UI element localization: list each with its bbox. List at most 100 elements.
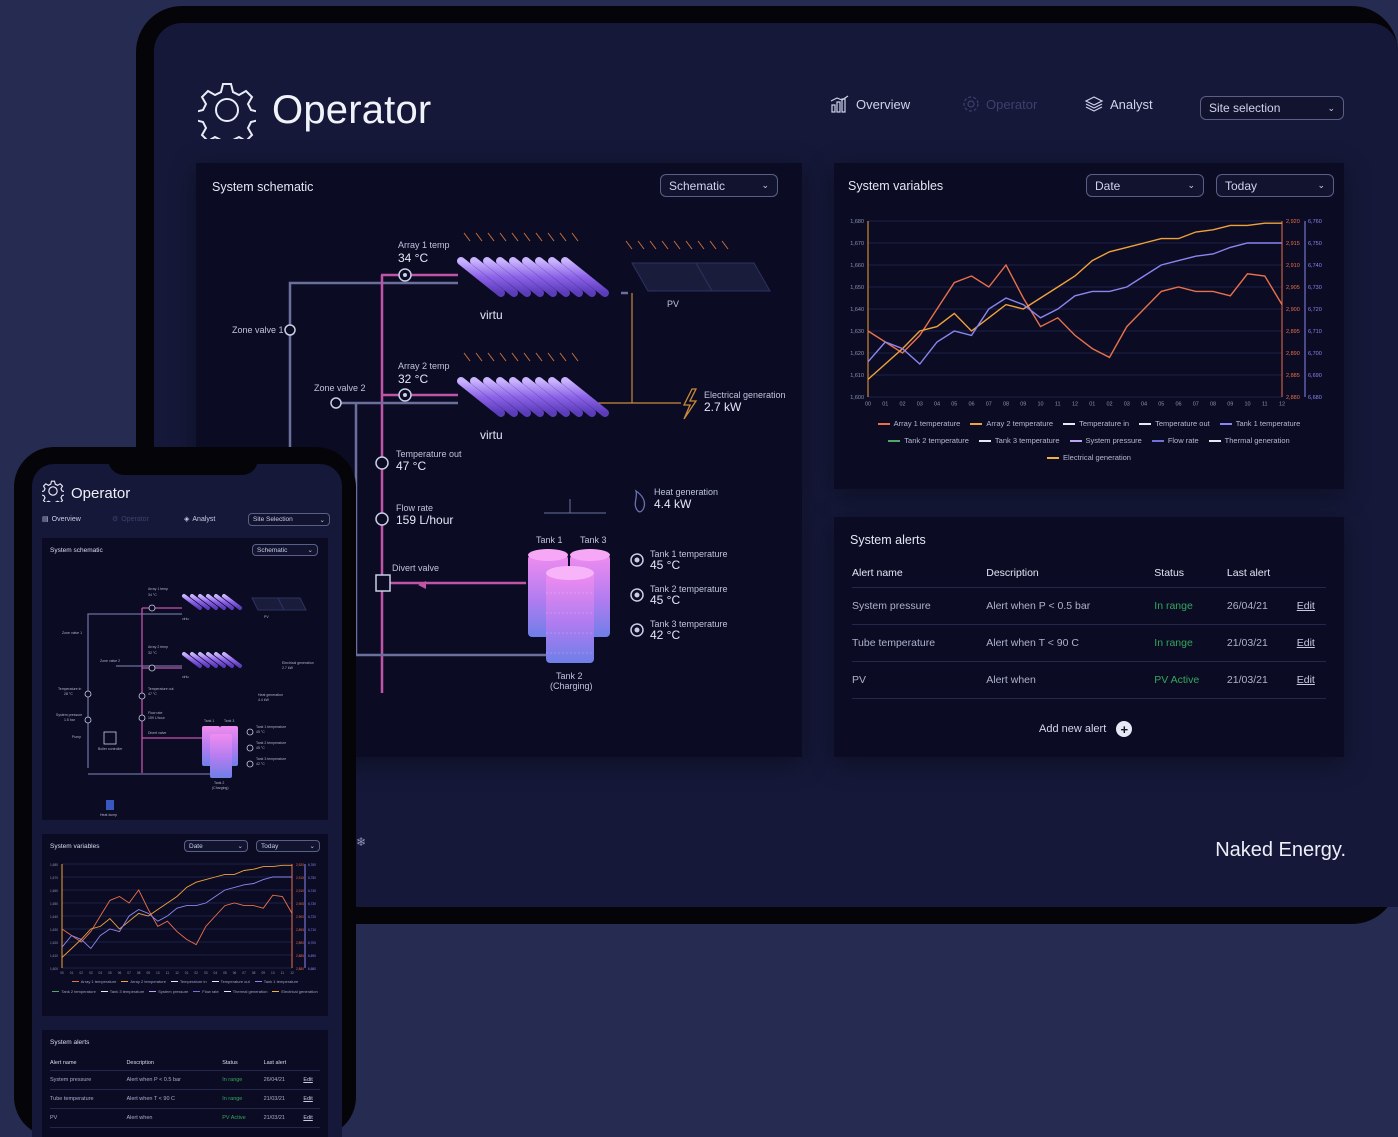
x-tick-label: 04 (214, 971, 218, 975)
legend-swatch (1069, 439, 1082, 442)
phone-tank2-state: (Charging) (212, 786, 229, 790)
x-tick-label: 08 (137, 971, 141, 975)
cell-last: 26/04/21 (263, 1070, 304, 1090)
tank2-temp-value: 45 °C (650, 593, 680, 607)
site-selection-dropdown[interactable]: Site selection ⌄ (1200, 96, 1344, 120)
x-tick-label: 01 (70, 971, 74, 975)
add-alert-button[interactable]: Add new alert + (1039, 721, 1133, 737)
phone-range-label: Today (261, 842, 279, 850)
phone-schematic-panel: System schematic Schematic ⌄ Array 1 tem… (42, 538, 328, 820)
edit-link[interactable]: Edit (1296, 624, 1326, 662)
x-tick-label: 09 (146, 971, 150, 975)
x-tick-label: 09 (1227, 402, 1233, 408)
legend-swatch (121, 980, 129, 983)
y2-tick-label: 2,900 (296, 915, 304, 919)
nav-overview[interactable]: Overview (830, 95, 910, 113)
phone-range-dropdown[interactable]: Today ⌄ (256, 840, 320, 852)
phone-zone-valve-2: Zone valve 2 (100, 659, 120, 663)
legend-swatch (1219, 422, 1232, 425)
y-tick-label: 1,670 (850, 241, 864, 247)
table-row: Tube temperature Alert when T < 90 C In ra… (852, 624, 1326, 662)
zone-valve-1-label: Zone valve 1 (232, 325, 284, 335)
legend-swatch (52, 990, 60, 993)
x-tick-label: 02 (79, 971, 83, 975)
pv-label: PV (667, 299, 679, 309)
phone-nav-overview[interactable]: ▤ Overview (42, 515, 81, 524)
x-tick-label: 12 (290, 971, 294, 975)
phone-site-dropdown[interactable]: Site Selection ⌄ (248, 513, 330, 526)
flame-icon (634, 489, 646, 513)
y3-tick-label: 6,720 (308, 915, 316, 919)
gear-icon (962, 95, 980, 113)
legend-label: Array 2 temperature (986, 419, 1054, 428)
x-tick-label: 07 (986, 402, 992, 408)
legend-label: Thermal generation (1224, 436, 1290, 445)
y-tick-label: 1,610 (50, 954, 58, 958)
cell-name: System pressure (852, 587, 987, 625)
x-tick-label: 06 (968, 402, 974, 408)
cell-status: PV Active (222, 1108, 264, 1128)
nav-operator[interactable]: Operator (962, 95, 1037, 113)
edit-link[interactable]: Edit (1296, 661, 1326, 699)
legend-item: Tank 1 temperature (1219, 419, 1300, 428)
x-tick-label: 05 (951, 402, 957, 408)
system-alerts-panel: System alerts Alert name Description Statu… (834, 517, 1344, 757)
y2-tick-label: 2,905 (1286, 285, 1300, 291)
x-tick-label: 08 (252, 971, 256, 975)
column-header: Status (1154, 559, 1227, 588)
legend-label: Temperature out (220, 979, 250, 984)
x-tick-label: 11 (281, 971, 285, 975)
x-tick-label: 12 (1279, 402, 1285, 408)
column-header: Last alert (1226, 559, 1297, 588)
phone-heat-label: Heat generation (258, 693, 283, 697)
legend-swatch (1208, 439, 1221, 442)
legend-label: Electrical generation (1063, 453, 1131, 462)
legend-item: Electrical generation (1047, 453, 1131, 462)
pv-panels (631, 262, 771, 292)
nav-analyst[interactable]: Analyst (1084, 95, 1153, 113)
x-tick-label: 11 (1055, 402, 1061, 408)
chart-legend: Array 1 temperature Array 2 temperature Te… (852, 419, 1326, 462)
legend-item: Array 2 temperature (970, 419, 1053, 428)
edit-link[interactable]: Edit (303, 1108, 320, 1128)
phone-tank1-temp-label: Tank 1 temperature (256, 725, 286, 729)
array2-value: 32 °C (398, 372, 428, 386)
solar-array-1 (457, 257, 609, 297)
phone-nav-analyst[interactable]: ◈ Analyst (184, 515, 215, 524)
table-row: PV Alert when PV Active 21/03/21 Edit (50, 1108, 320, 1128)
y3-tick-label: 6,680 (1308, 395, 1322, 401)
column-header (1296, 559, 1326, 588)
legend-swatch (211, 980, 219, 983)
phone-date-dropdown[interactable]: Date ⌄ (184, 840, 248, 852)
phone-nav-operator-label: Operator (121, 515, 149, 523)
legend-swatch (1151, 439, 1164, 442)
edit-link[interactable]: Edit (1296, 587, 1326, 625)
y-tick-label: 1,650 (50, 902, 58, 906)
column-header: Alert name (50, 1056, 127, 1071)
table-row: PV Alert when PV Active 21/03/21 Edit (852, 661, 1326, 699)
legend-item: Temperature out (211, 979, 250, 984)
date-dropdown[interactable]: Date ⌄ (1086, 174, 1204, 197)
range-dropdown[interactable]: Today ⌄ (1216, 174, 1334, 197)
tank3-temp-value: 42 °C (650, 628, 680, 642)
legend-swatch (1063, 422, 1076, 425)
legend-item: Tank 3 temperature (978, 436, 1060, 445)
legend-item: Temperature in (170, 979, 207, 984)
phone-nav-operator[interactable]: ⚙ Operator (112, 515, 149, 524)
legend-item: Tank 2 temperature (52, 989, 96, 994)
array1-value: 34 °C (398, 251, 428, 265)
phone-zone-valve-1: Zone valve 1 (62, 631, 82, 635)
x-tick-label: 07 (127, 971, 131, 975)
alerts-title: System alerts (850, 533, 926, 547)
x-tick-label: 03 (204, 971, 208, 975)
x-tick-label: 06 (118, 971, 122, 975)
edit-link[interactable]: Edit (303, 1089, 320, 1109)
cell-last: 26/04/21 (1226, 587, 1297, 625)
x-tick-label: 02 (194, 971, 198, 975)
variables-title: System variables (848, 179, 944, 193)
edit-link[interactable]: Edit (303, 1070, 320, 1090)
cell-last: 21/03/21 (1226, 624, 1297, 662)
y-tick-label: 1,640 (50, 915, 58, 919)
column-header: Description (126, 1056, 223, 1071)
y3-tick-label: 6,740 (308, 889, 316, 893)
